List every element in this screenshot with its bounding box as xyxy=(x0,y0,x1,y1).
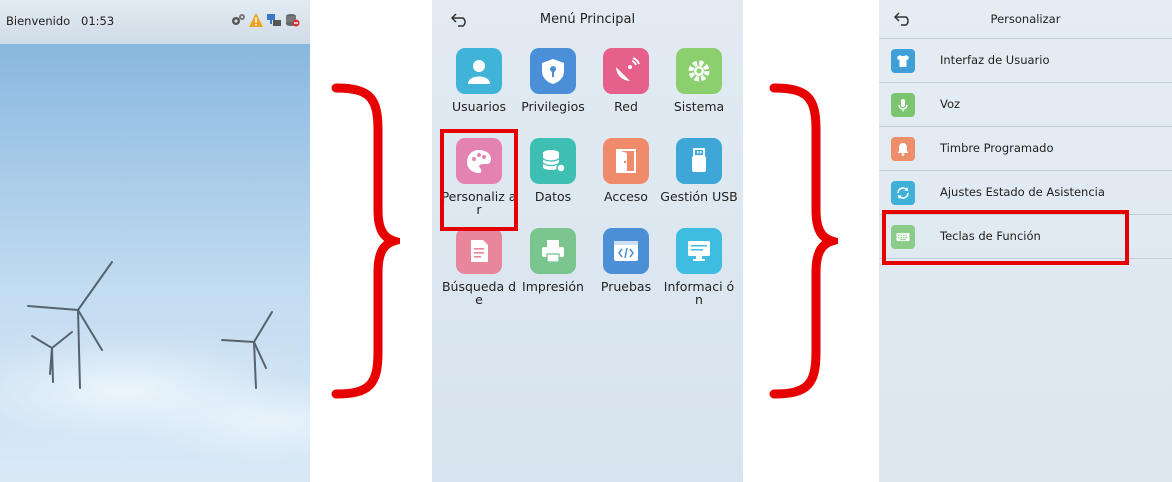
tile-busqueda[interactable]: Búsqueda de xyxy=(440,228,518,338)
tile-informacion[interactable]: Informaci ón xyxy=(660,228,738,338)
wind-turbines-illustration xyxy=(27,261,273,389)
bell-icon xyxy=(891,137,915,161)
tile-label: Impresión xyxy=(522,279,584,294)
menu-item-label: Voz xyxy=(940,97,961,111)
tile-impresion[interactable]: Impresión xyxy=(514,228,592,338)
tile-label: Privilegios xyxy=(521,99,585,114)
tile-label: Acceso xyxy=(604,189,648,204)
menu-header: Menú Principal xyxy=(432,0,743,40)
code-window-icon xyxy=(603,228,649,274)
menu-item-label: Ajustes Estado de Asistencia xyxy=(940,185,1105,199)
user-icon xyxy=(456,48,502,94)
tile-label: Búsqueda de xyxy=(441,279,517,307)
tile-pruebas[interactable]: Pruebas xyxy=(587,228,665,338)
menu-item-timbre-programado[interactable]: Timbre Programado xyxy=(879,127,1172,171)
network-icon xyxy=(267,14,281,26)
page-title: Personalizar xyxy=(990,12,1061,26)
tile-label: Usuarios xyxy=(451,99,507,114)
tile-label: Sistema xyxy=(673,99,725,114)
tile-label: Pruebas xyxy=(600,279,652,294)
database-icon xyxy=(530,138,576,184)
highlight-box-personalizar xyxy=(440,129,518,231)
tile-label: Datos xyxy=(534,189,572,204)
page-title: Menú Principal xyxy=(539,12,636,27)
satellite-dish-icon xyxy=(603,48,649,94)
menu-item-label: Interfaz de Usuario xyxy=(940,53,1050,67)
home-status-bar: Bienvenido 01:53 xyxy=(0,0,310,44)
warning-icon xyxy=(249,13,263,27)
microphone-icon xyxy=(891,93,915,117)
gears-icon xyxy=(232,14,245,25)
home-screen: Bienvenido 01:53 xyxy=(0,0,310,482)
refresh-icon xyxy=(891,181,915,205)
document-search-icon xyxy=(456,228,502,274)
menu-item-interfaz-de-usuario[interactable]: Interfaz de Usuario xyxy=(879,39,1172,83)
menu-item-voz[interactable]: Voz xyxy=(879,83,1172,127)
shirt-icon xyxy=(891,49,915,73)
door-icon xyxy=(603,138,649,184)
right-brace-2 xyxy=(769,83,838,399)
main-menu-screen: Menú Principal Usuarios Privilegios Red … xyxy=(432,0,743,482)
menu-item-ajustes-estado-asistencia[interactable]: Ajustes Estado de Asistencia xyxy=(879,171,1172,215)
right-brace-1 xyxy=(331,83,400,399)
usb-icon xyxy=(676,138,722,184)
printer-icon xyxy=(530,228,576,274)
clock-time: 01:53 xyxy=(81,14,115,28)
gear-icon xyxy=(676,48,722,94)
tile-label: Informaci ón xyxy=(663,279,735,307)
welcome-text: Bienvenido xyxy=(6,14,71,28)
tile-label: Gestión USB xyxy=(660,189,738,204)
menu-item-label: Timbre Programado xyxy=(940,141,1054,155)
shield-icon xyxy=(530,48,576,94)
highlight-box-teclas-de-funcion xyxy=(882,210,1129,265)
monitor-icon xyxy=(676,228,722,274)
database-icon xyxy=(286,14,300,27)
tile-label: Red xyxy=(614,99,638,114)
